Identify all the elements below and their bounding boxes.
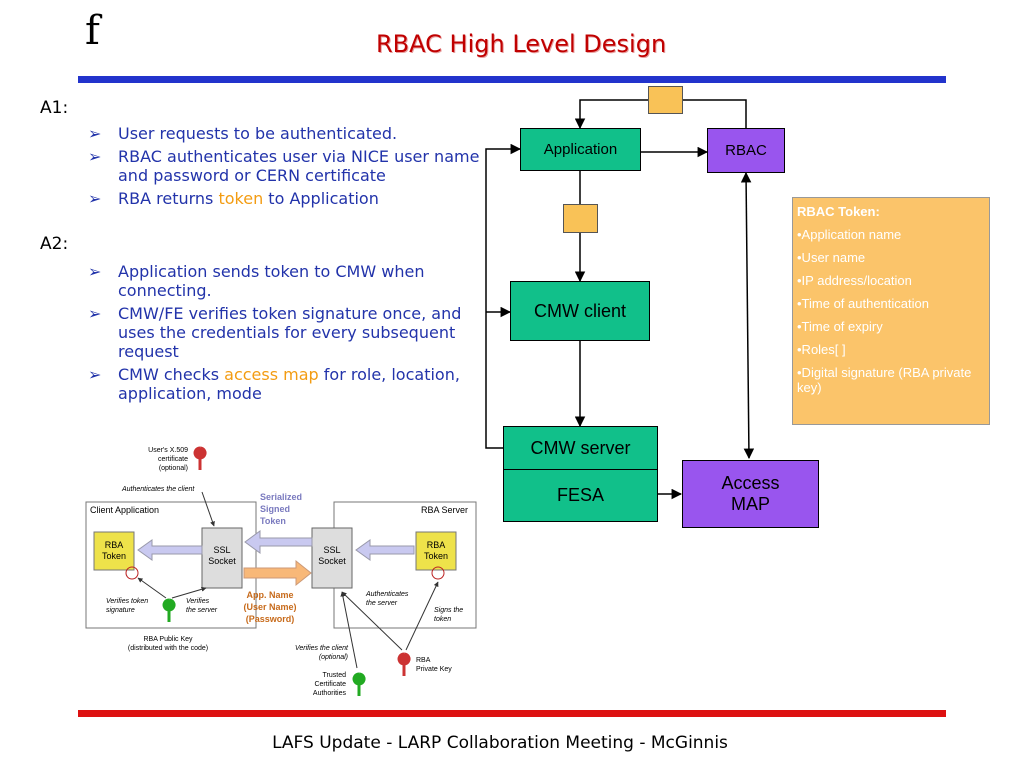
green-key-icon-ca xyxy=(352,672,366,696)
authenticates-server-l2: the server xyxy=(366,600,398,607)
token-info-heading: RBAC Token: xyxy=(797,204,880,219)
appname-l1: App. Name xyxy=(246,590,293,600)
serialized-l1: Serialized xyxy=(260,492,302,502)
verifies-client-l1: Verifies the client xyxy=(295,645,349,652)
cmw-client-box: CMW client xyxy=(510,281,650,341)
public-key-l2: (distributed with the code) xyxy=(128,645,208,652)
red-key-icon-user xyxy=(193,446,207,470)
token-info-item: •Time of authentication xyxy=(797,296,929,311)
appname-l3: (Password) xyxy=(246,614,295,624)
token-icon-middle xyxy=(563,204,598,233)
serialized-l3: Token xyxy=(260,516,286,526)
signs-token-l2: token xyxy=(434,616,451,623)
access-map-box: Access MAP xyxy=(682,460,819,528)
connector-rbac-accessmap xyxy=(740,171,755,460)
ssl-socket-server-l1: SSL xyxy=(323,545,340,555)
cmw-server-box: CMW server xyxy=(503,426,658,469)
serialized-l2: Signed xyxy=(260,504,290,514)
trusted-ca-l1: Trusted xyxy=(323,672,347,679)
token-info-item: •Roles[ ] xyxy=(797,342,846,357)
verifies-token-l2: signature xyxy=(106,607,135,614)
users-cert-l3: (optional) xyxy=(159,465,188,472)
ssl-socket-server-l2: Socket xyxy=(318,556,346,566)
arrow-token-to-client-socket xyxy=(244,530,313,554)
authenticates-server-l1: Authenticates xyxy=(365,591,409,598)
private-key-l2: Private Key xyxy=(416,666,452,673)
token-info-item: •User name xyxy=(797,250,866,265)
appname-l2: (User Name) xyxy=(243,602,296,612)
token-info-item: •IP address/location xyxy=(797,273,912,288)
rba-token-server-l2: Token xyxy=(424,551,448,561)
private-key-l1: RBA xyxy=(416,657,431,664)
signs-token-l1: Signs the xyxy=(434,607,463,614)
trusted-ca-l2: Certificate xyxy=(314,681,346,688)
ssl-diagram: Client Application RBA Server SSL Socket… xyxy=(85,446,477,697)
public-key-l1: RBA Public Key xyxy=(143,636,193,643)
verifies-server-l2: the server xyxy=(186,607,218,614)
users-cert-l2: certificate xyxy=(158,456,188,463)
rbac-box: RBAC xyxy=(707,128,785,173)
footer-text: LAFS Update - LARP Collaboration Meeting… xyxy=(272,733,728,753)
rba-token-client-l2: Token xyxy=(102,551,126,561)
bottom-divider xyxy=(78,710,946,717)
rba-server-label: RBA Server xyxy=(421,505,468,515)
verifies-client-l2: (optional) xyxy=(319,654,348,661)
client-application-label: Client Application xyxy=(90,505,159,515)
token-info-item: •Application name xyxy=(797,227,902,242)
token-info-item: •Time of expiry xyxy=(797,319,883,334)
token-icon-top xyxy=(648,86,683,114)
fesa-box: FESA xyxy=(503,469,658,522)
verifies-token-l1: Verifies token xyxy=(106,598,148,605)
users-cert-l1: User's X.509 xyxy=(148,447,188,454)
verifies-server-l1: Verifies xyxy=(186,598,210,605)
token-info-item: •Digital signature (RBA private key) xyxy=(797,365,972,395)
red-key-icon-private xyxy=(397,652,411,676)
authenticates-client: Authenticates the client xyxy=(121,486,195,493)
application-box: Application xyxy=(520,128,641,171)
ssl-socket-client-l1: SSL xyxy=(213,545,230,555)
ssl-socket-client-l2: Socket xyxy=(208,556,236,566)
rba-token-server-l1: RBA xyxy=(427,540,446,550)
trusted-ca-l3: Authorities xyxy=(313,690,347,697)
rbac-token-info: RBAC Token: •Application name •User name… xyxy=(792,197,990,425)
rba-token-client-l1: RBA xyxy=(105,540,124,550)
